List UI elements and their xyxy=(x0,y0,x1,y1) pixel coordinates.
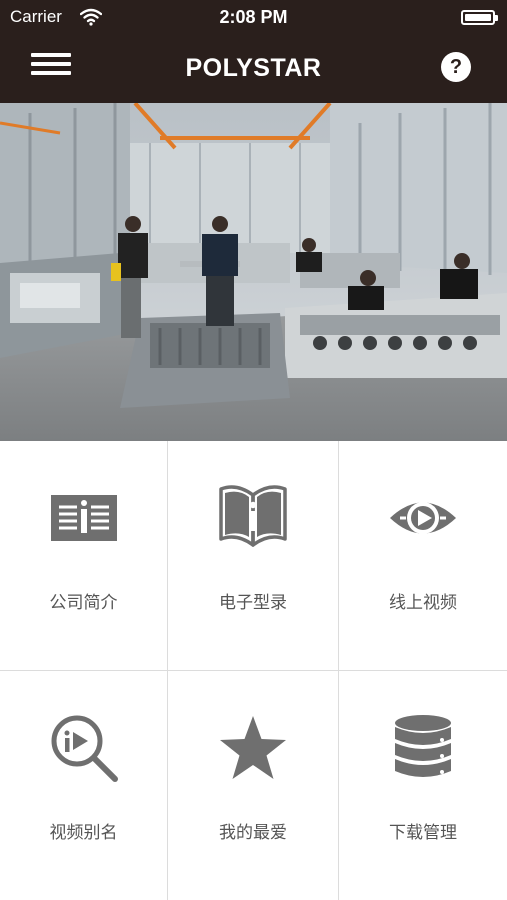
grid-item-online-video[interactable]: 线上视频 xyxy=(339,441,507,671)
database-icon xyxy=(395,715,451,777)
star-icon xyxy=(220,716,286,779)
grid-item-label: 视频别名 xyxy=(49,823,118,843)
open-book-icon xyxy=(219,485,287,547)
grid-item-label: 下载管理 xyxy=(389,823,457,843)
banner-carousel[interactable] xyxy=(0,103,507,441)
grid-item-label: 我的最爱 xyxy=(219,823,287,843)
clock: 2:08 PM xyxy=(219,7,288,27)
grid-item-label: 线上视频 xyxy=(389,593,457,613)
grid-item-video-alias[interactable]: 视频别名 xyxy=(0,671,168,900)
grid-item-favorites[interactable]: 我的最爱 xyxy=(168,671,339,900)
grid-item-company-profile[interactable]: 公司简介 xyxy=(0,441,168,671)
grid-item-label: 电子型录 xyxy=(219,593,287,613)
grid-item-e-catalog[interactable]: 电子型录 xyxy=(168,441,339,671)
grid-item-label: 公司简介 xyxy=(49,593,118,613)
navigation-bar: POLYSTAR ? xyxy=(0,36,507,103)
eye-play-icon xyxy=(390,502,456,534)
help-icon[interactable]: ? xyxy=(441,52,471,82)
status-bar: Carrier 2:08 PM xyxy=(0,0,507,36)
search-play-icon xyxy=(51,715,118,782)
factory-photo xyxy=(0,103,507,441)
app-title: POLYSTAR xyxy=(185,54,322,82)
menu-grid: 公司简介 电子型录 线上视频 视频别名 我的最爱 下载管理 xyxy=(0,441,507,900)
info-document-icon xyxy=(51,495,117,541)
battery-icon xyxy=(461,10,498,25)
grid-item-download-manager[interactable]: 下载管理 xyxy=(339,671,507,900)
